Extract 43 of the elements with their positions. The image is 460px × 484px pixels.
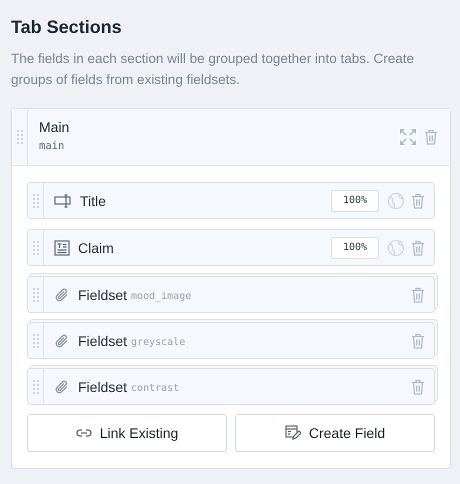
trash-icon[interactable] <box>411 240 425 256</box>
trash-icon[interactable] <box>411 332 425 348</box>
drag-handle-icon[interactable] <box>32 334 38 348</box>
drag-handle-icon[interactable] <box>32 380 38 394</box>
text-field-icon <box>54 194 72 208</box>
link-existing-button[interactable]: Link Existing <box>27 414 227 452</box>
globe-icon[interactable] <box>387 238 405 256</box>
trash-icon[interactable] <box>411 378 425 394</box>
drag-handle-icon[interactable] <box>32 194 38 208</box>
field-label: Title <box>80 192 106 208</box>
field-row[interactable]: Title 100% <box>27 182 435 219</box>
expand-icon[interactable] <box>400 129 416 145</box>
fieldset-row[interactable]: Fieldset greyscale <box>27 322 435 359</box>
width-button[interactable]: 100% <box>331 190 379 212</box>
drag-handle-icon[interactable] <box>32 288 38 302</box>
fieldset-handle: contrast <box>131 382 180 394</box>
fieldset-row[interactable]: Fieldset contrast <box>27 368 435 405</box>
form-edit-icon <box>284 425 301 441</box>
paperclip-icon <box>54 286 70 302</box>
field-label: Fieldset <box>78 378 128 394</box>
drag-handle-icon[interactable] <box>16 130 22 144</box>
link-icon <box>76 428 92 438</box>
paperclip-icon <box>54 378 70 394</box>
section-handle: main <box>39 140 66 152</box>
section-title: Main <box>39 118 70 136</box>
field-label: Claim <box>78 240 114 256</box>
description-text: The fields in each section will be grouped together into tabs. Create groups of fields from existing fieldsets. <box>11 50 415 89</box>
create-field-button[interactable]: Create Field <box>235 414 435 452</box>
section-heading: Tab Sections <box>11 16 123 38</box>
globe-icon[interactable] <box>387 192 405 210</box>
fieldset-handle: mood_image <box>131 290 192 302</box>
fieldset-handle: greyscale <box>131 336 186 348</box>
fieldset-row[interactable]: Fieldset mood_image <box>27 276 435 313</box>
width-button[interactable]: 100% <box>331 236 379 258</box>
field-row[interactable]: Claim 100% <box>27 229 435 266</box>
field-label: Fieldset <box>78 286 128 302</box>
text-area-icon <box>54 240 70 256</box>
drag-handle-icon[interactable] <box>32 240 38 254</box>
trash-icon[interactable] <box>411 286 425 302</box>
trash-icon[interactable] <box>424 129 438 145</box>
paperclip-icon <box>54 332 70 348</box>
field-label: Fieldset <box>78 332 128 348</box>
trash-icon[interactable] <box>411 192 425 208</box>
